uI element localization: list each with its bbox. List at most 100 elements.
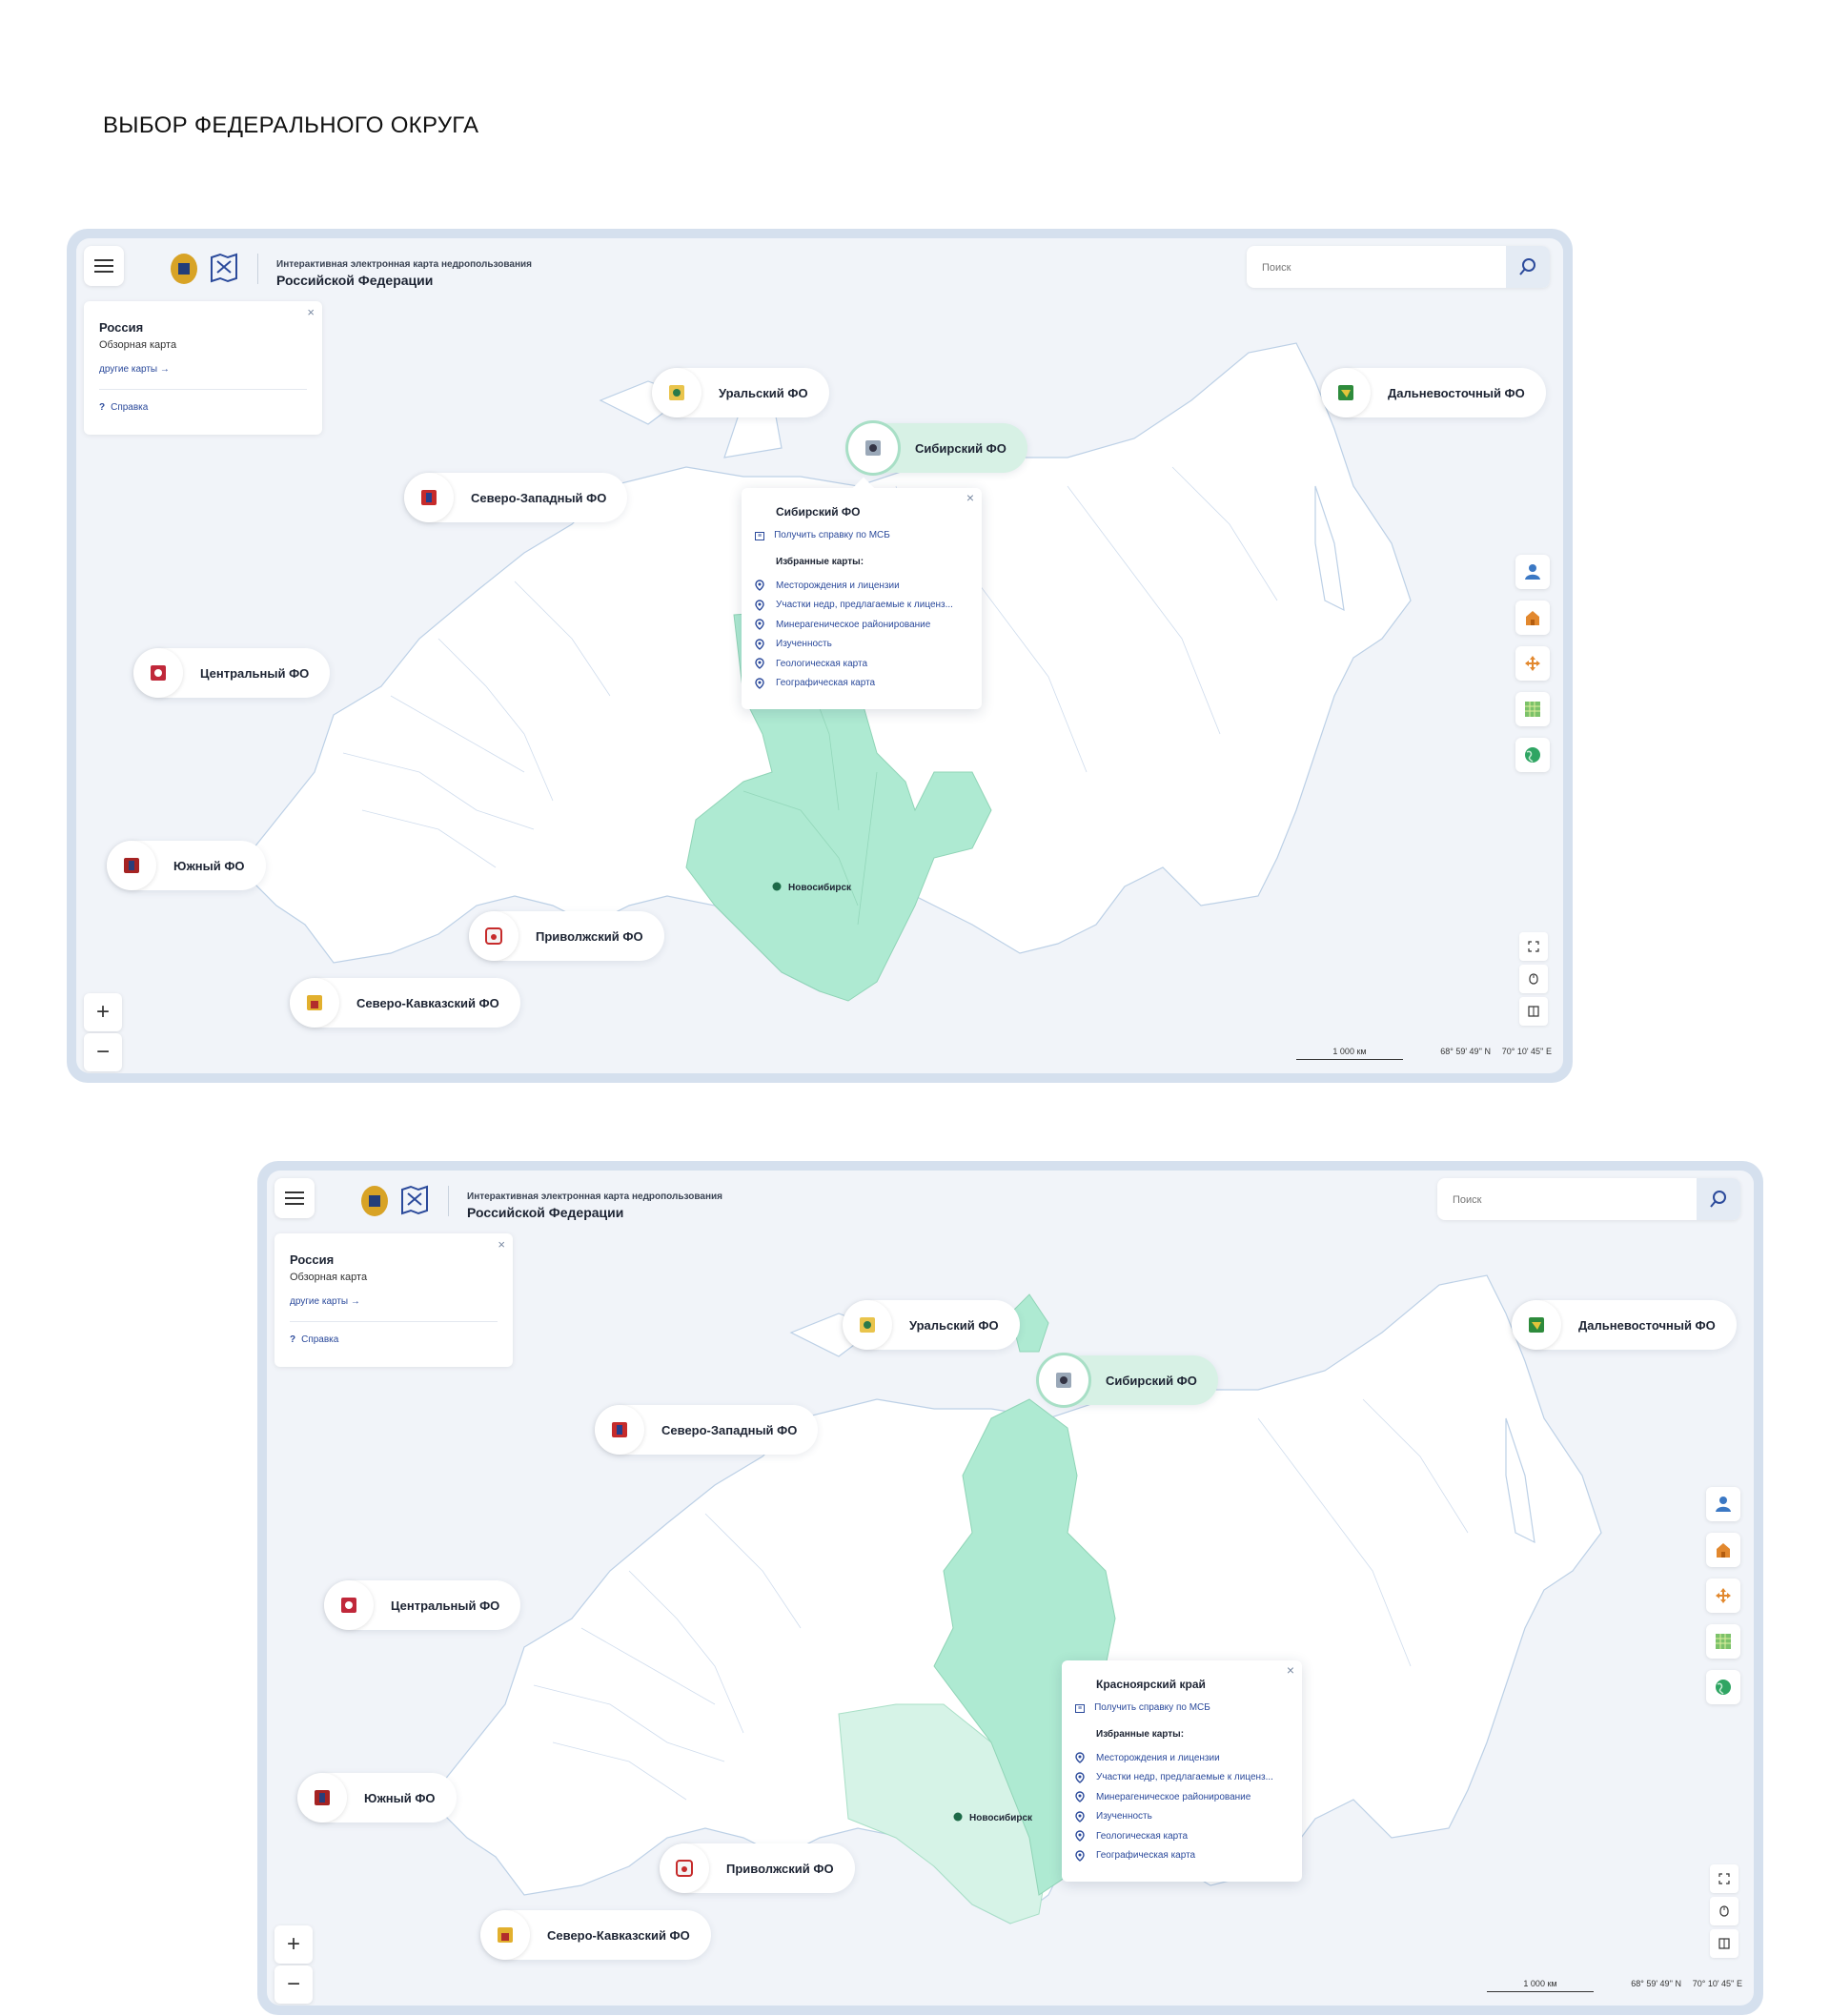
favorite-map-item[interactable]: Географическая карта: [1075, 1846, 1290, 1866]
zoom-in-button[interactable]: +: [274, 1925, 313, 1964]
map-viewport[interactable]: Новосибирск Интерактивная электронная ка…: [76, 238, 1563, 1073]
favorite-map-item[interactable]: Геологическая карта: [755, 654, 969, 674]
district-north-caucasus[interactable]: Северо-Кавказский ФО: [480, 1910, 711, 1960]
tool-move[interactable]: [1706, 1578, 1740, 1613]
favorite-map-item[interactable]: Минерагеническое районирование: [755, 615, 969, 635]
favorite-map-item[interactable]: Изученность: [755, 635, 969, 655]
tool-move[interactable]: [1515, 646, 1550, 681]
close-icon[interactable]: ×: [966, 490, 974, 505]
district-siberian[interactable]: Сибирский ФО: [1039, 1355, 1218, 1405]
search-button[interactable]: [1506, 246, 1550, 288]
district-ural[interactable]: Уральский ФО: [843, 1300, 1020, 1350]
favorite-map-item[interactable]: Геологическая карта: [1075, 1826, 1290, 1846]
district-label: Центральный ФО: [391, 1598, 500, 1613]
tool-building[interactable]: [1706, 1533, 1740, 1567]
page-heading: ВЫБОР ФЕДЕРАЛЬНОГО ОКРУГА: [103, 112, 479, 138]
globe-icon: [1716, 1680, 1731, 1695]
tool-user[interactable]: [1706, 1487, 1740, 1521]
move-icon: [1716, 1588, 1731, 1603]
district-central[interactable]: Центральный ФО: [324, 1580, 521, 1630]
split-view-icon: [1528, 1006, 1539, 1017]
favorite-map-item[interactable]: Участки недр, предлагаемые к лиценз...: [755, 596, 969, 616]
pin-icon: [755, 678, 764, 689]
mouse-button[interactable]: [1710, 1897, 1738, 1925]
tool-globe[interactable]: [1706, 1670, 1740, 1704]
mouse-button[interactable]: [1519, 965, 1548, 993]
help-link[interactable]: ? Справка: [99, 402, 148, 413]
district-label: Дальневосточный ФО: [1578, 1317, 1716, 1333]
far-east-emblem-icon: [1512, 1300, 1561, 1350]
other-maps-link[interactable]: другие карты →: [99, 364, 170, 375]
help-link[interactable]: ? Справка: [290, 1334, 338, 1345]
report-link[interactable]: ≡ Получить справку по МСБ: [755, 530, 890, 540]
favorite-map-item[interactable]: Минерагеническое районирование: [1075, 1787, 1290, 1807]
district-volga[interactable]: Приволжский ФО: [660, 1843, 855, 1893]
district-southern[interactable]: Южный ФО: [107, 841, 266, 890]
split-view-button[interactable]: [1519, 997, 1548, 1026]
favorite-map-item[interactable]: Участки недр, предлагаемые к лиценз...: [1075, 1768, 1290, 1788]
district-siberian[interactable]: Сибирский ФО: [848, 423, 1027, 473]
favorite-map-item[interactable]: Месторождения и лицензии: [755, 576, 969, 596]
pin-icon: [1075, 1752, 1085, 1764]
district-southern[interactable]: Южный ФО: [297, 1773, 457, 1823]
favorite-maps-list: Месторождения и лицензии Участки недр, п…: [755, 576, 969, 693]
district-popup: × Сибирский ФО ≡ Получить справку по МСБ …: [742, 477, 982, 709]
north-caucasus-emblem-icon: [480, 1910, 530, 1960]
popup-title: Сибирский ФО: [776, 505, 861, 519]
site-subtitle: Интерактивная электронная карта недропол…: [276, 259, 532, 270]
pin-icon: [755, 658, 764, 670]
district-label: Северо-Западный ФО: [661, 1422, 798, 1437]
favorite-map-item[interactable]: Месторождения и лицензии: [1075, 1748, 1290, 1768]
search-input[interactable]: [1437, 1178, 1704, 1222]
tool-globe[interactable]: [1515, 738, 1550, 772]
region-popup: × Красноярский край ≡ Получить справку по…: [1062, 1660, 1302, 1882]
zoom-out-button[interactable]: −: [84, 1033, 122, 1071]
tool-grid[interactable]: [1515, 692, 1550, 726]
split-view-button[interactable]: [1710, 1929, 1738, 1958]
district-volga[interactable]: Приволжский ФО: [469, 911, 664, 961]
district-far-east[interactable]: Дальневосточный ФО: [1512, 1300, 1737, 1350]
district-north-west[interactable]: Северо-Западный ФО: [404, 473, 628, 522]
close-icon[interactable]: ×: [1287, 1662, 1294, 1678]
district-ural[interactable]: Уральский ФО: [652, 368, 829, 417]
district-label: Уральский ФО: [909, 1317, 999, 1333]
user-icon: [1525, 564, 1540, 580]
search-button[interactable]: [1697, 1178, 1740, 1220]
pin-icon: [1075, 1850, 1085, 1862]
pin-icon: [1075, 1772, 1085, 1783]
district-far-east[interactable]: Дальневосточный ФО: [1321, 368, 1546, 417]
fullscreen-button[interactable]: [1519, 932, 1548, 961]
district-label: Южный ФО: [173, 858, 245, 873]
tool-user[interactable]: [1515, 555, 1550, 589]
novosibirsk-marker: [953, 1812, 963, 1822]
pin-icon: [755, 639, 764, 650]
map-viewport[interactable]: Новосибирск Интерактивная электронная ка…: [267, 1171, 1754, 2006]
tool-grid[interactable]: [1706, 1624, 1740, 1659]
favorite-map-item[interactable]: Изученность: [1075, 1807, 1290, 1827]
fullscreen-button[interactable]: [1710, 1864, 1738, 1893]
search-input[interactable]: [1247, 246, 1514, 290]
favorite-map-item[interactable]: Географическая карта: [755, 674, 969, 694]
district-central[interactable]: Центральный ФО: [133, 648, 331, 698]
close-icon[interactable]: ×: [307, 305, 315, 319]
district-north-west[interactable]: Северо-Западный ФО: [595, 1405, 819, 1455]
menu-button[interactable]: [274, 1178, 315, 1218]
search-icon: [1710, 1191, 1726, 1208]
arrow-right-icon: →: [350, 1296, 360, 1307]
map-screen-krasnoyarsk: Новосибирск Интерактивная электронная ка…: [257, 1161, 1763, 2015]
district-label: Сибирский ФО: [1106, 1373, 1197, 1388]
tool-building[interactable]: [1515, 601, 1550, 635]
header-divider: [448, 1186, 449, 1216]
report-link[interactable]: ≡ Получить справку по МСБ: [1075, 1702, 1210, 1713]
district-label: Центральный ФО: [200, 665, 310, 681]
close-icon[interactable]: ×: [498, 1237, 505, 1252]
pin-icon: [1075, 1830, 1085, 1843]
district-north-caucasus[interactable]: Северо-Кавказский ФО: [290, 978, 520, 1028]
move-icon: [1525, 656, 1540, 671]
zoom-in-button[interactable]: +: [84, 993, 122, 1031]
menu-button[interactable]: [84, 246, 124, 286]
latitude-readout: 68° 59' 49'' N: [1440, 1047, 1491, 1056]
north-west-emblem-icon: [404, 473, 454, 522]
other-maps-link[interactable]: другие карты →: [290, 1296, 360, 1307]
zoom-out-button[interactable]: −: [274, 1965, 313, 2004]
